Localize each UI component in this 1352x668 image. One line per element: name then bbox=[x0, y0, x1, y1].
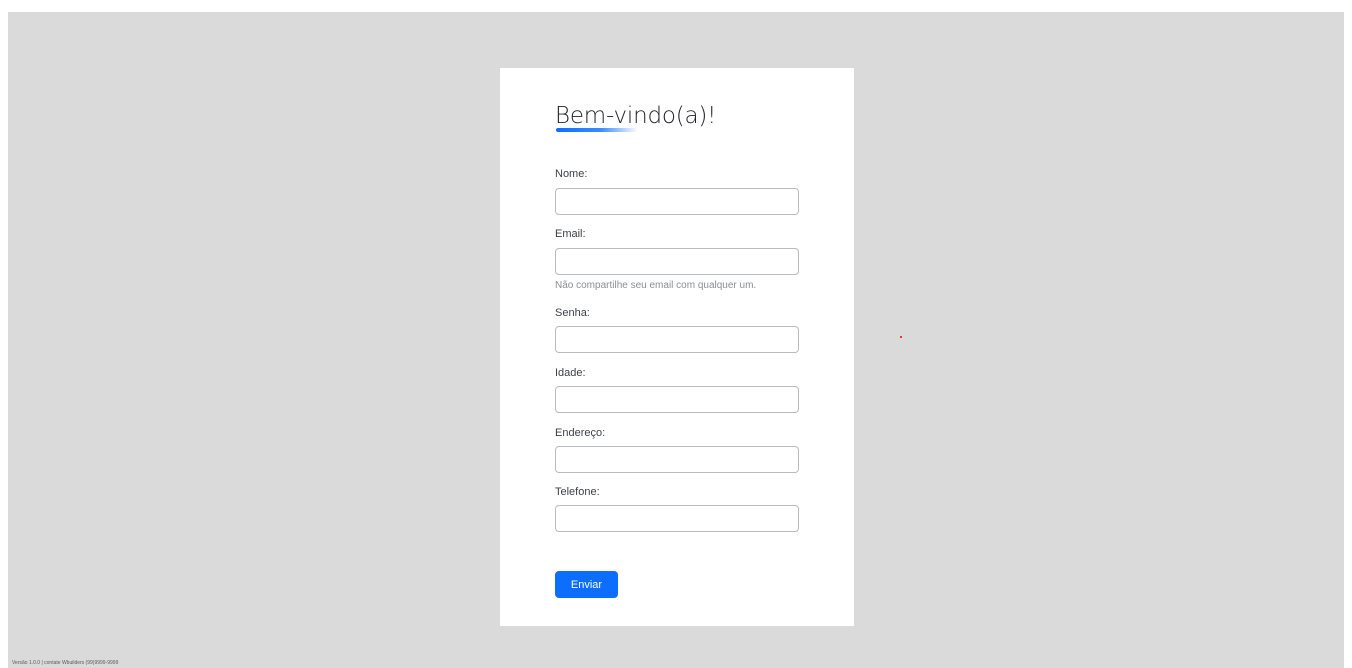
submit-button[interactable]: Enviar bbox=[555, 571, 618, 598]
email-input[interactable] bbox=[555, 248, 799, 275]
page-title: Bem-vindo(a)! bbox=[555, 103, 717, 129]
address-input[interactable] bbox=[555, 446, 799, 473]
phone-input[interactable] bbox=[555, 505, 799, 532]
email-help-text: Não compartilhe seu email com qualquer u… bbox=[555, 280, 757, 291]
welcome-form-card: Bem-vindo(a)! Nome: Email: Não compartil… bbox=[500, 68, 854, 626]
title-underline bbox=[556, 128, 638, 132]
age-input[interactable] bbox=[555, 386, 799, 413]
address-label: Endereço: bbox=[555, 427, 606, 439]
footer-version-text: Versão 1.0.0 | contate Wbuilders (99)999… bbox=[12, 660, 119, 666]
age-label: Idade: bbox=[555, 367, 586, 379]
name-input[interactable] bbox=[555, 188, 799, 215]
phone-label: Telefone: bbox=[555, 486, 600, 498]
password-input[interactable] bbox=[555, 326, 799, 353]
name-label: Nome: bbox=[555, 168, 588, 180]
page-background: Bem-vindo(a)! Nome: Email: Não compartil… bbox=[8, 12, 1344, 668]
red-dot-marker bbox=[900, 336, 902, 338]
email-label: Email: bbox=[555, 228, 586, 240]
password-label: Senha: bbox=[555, 307, 590, 319]
